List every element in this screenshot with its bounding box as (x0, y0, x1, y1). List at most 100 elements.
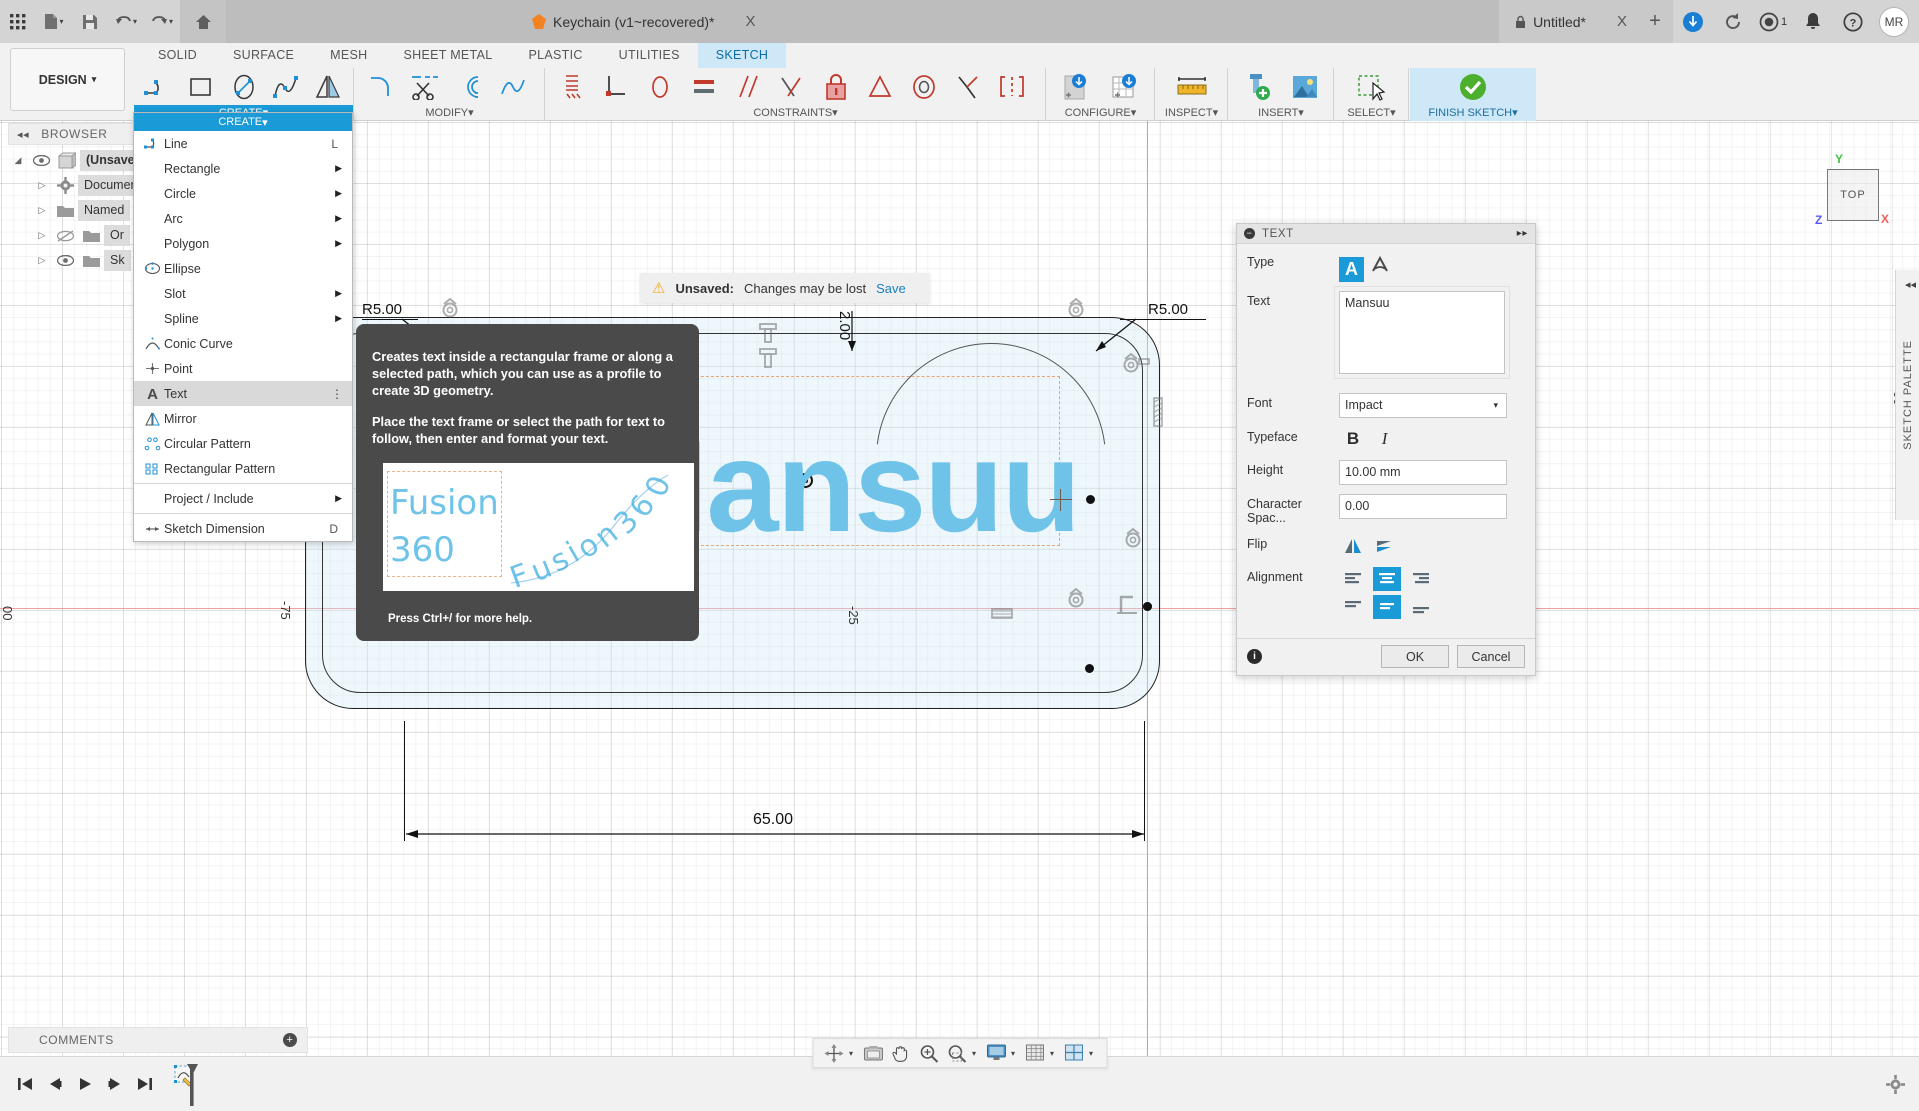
play-icon[interactable] (70, 1069, 100, 1099)
redo-icon[interactable]: ▾ (144, 0, 180, 43)
menu-item-project-include[interactable]: Project / Include ▶ (134, 486, 352, 511)
fillet-icon[interactable] (359, 68, 403, 105)
ellipse-icon[interactable] (222, 68, 264, 105)
tangent-icon[interactable] (638, 68, 682, 105)
break-icon[interactable] (491, 68, 535, 105)
spline-icon[interactable] (265, 68, 307, 105)
finish-sketch-check-icon[interactable] (1446, 68, 1500, 105)
close-icon[interactable]: X (1617, 13, 1627, 30)
chevron-down-icon[interactable]: ▾ (972, 1049, 976, 1058)
text-on-path-icon[interactable] (1368, 252, 1393, 277)
zoom-icon[interactable] (916, 1040, 942, 1066)
submenu-arrow-icon[interactable]: ▶ (335, 213, 352, 224)
zoom-window-icon[interactable] (944, 1040, 970, 1066)
palette-collapse-icon[interactable]: ◂◂ (1905, 278, 1916, 291)
line-icon[interactable] (138, 68, 180, 105)
expand-arrow-icon[interactable]: ▷ (32, 230, 52, 241)
jump-end-icon[interactable] (130, 1069, 160, 1099)
dim-r5-right[interactable]: R5.00 (1148, 301, 1188, 318)
trim-icon[interactable] (403, 68, 447, 105)
chevron-down-icon[interactable]: ▾ (1512, 107, 1518, 119)
chevron-down-icon[interactable]: ▾ (1390, 107, 1396, 119)
create-menu-header[interactable]: CREATE ▾ (134, 113, 352, 131)
horizontal-constraint-icon[interactable] (990, 606, 1014, 622)
ground-icon[interactable] (550, 68, 594, 105)
chevron-down-icon[interactable]: ▾ (92, 74, 97, 85)
sketch-point[interactable] (1085, 664, 1094, 673)
menu-item-text[interactable]: A Text ⋮ (134, 381, 352, 406)
expand-icon[interactable]: ▸▸ (1517, 228, 1528, 239)
visibility-eye-icon[interactable] (28, 155, 54, 166)
navigation-bar[interactable]: ▾ ▾ ▾ ▾ ▾ (811, 1038, 1108, 1068)
chevron-down-icon[interactable]: ▾ (1089, 1049, 1093, 1058)
sketch-palette-tab[interactable]: SKETCH PALETTE (1895, 270, 1919, 520)
menu-item-spline[interactable]: Spline ▶ (134, 306, 352, 331)
chevron-down-icon[interactable]: ▾ (1213, 107, 1219, 119)
avatar[interactable]: MR (1879, 6, 1909, 37)
coincident-constraint-icon[interactable] (437, 296, 463, 322)
menu-item-rectangular-pattern[interactable]: Rectangular Pattern (134, 456, 352, 481)
help-icon[interactable]: ? (1838, 7, 1868, 37)
display-settings-icon[interactable] (983, 1040, 1009, 1066)
visibility-eye-icon[interactable] (52, 255, 78, 266)
orbit-icon[interactable] (821, 1040, 847, 1066)
new-tab-button[interactable]: + (1637, 0, 1673, 43)
tab-mesh[interactable]: MESH (312, 43, 385, 68)
submenu-arrow-icon[interactable]: ▶ (335, 238, 352, 249)
job-status-icon[interactable]: 1 (1758, 7, 1788, 37)
insert-mcmaster-icon[interactable] (1233, 68, 1281, 105)
view-cube-top-face[interactable]: TOP (1827, 169, 1879, 221)
save-link[interactable]: Save (876, 281, 906, 296)
grid-snaps-icon[interactable] (1022, 1040, 1048, 1066)
configure-table-icon[interactable] (1101, 68, 1151, 105)
collapse-icon[interactable]: − (1244, 228, 1255, 239)
data-panel-icon[interactable] (1678, 7, 1708, 37)
tab-sheet-metal[interactable]: SHEET METAL (385, 43, 510, 68)
menu-item-polygon[interactable]: Polygon ▶ (134, 231, 352, 256)
panel-label-modify[interactable]: MODIFY▾ (355, 105, 544, 121)
text-anchor-cross[interactable] (1050, 489, 1072, 511)
dim-r5-left[interactable]: R5.00 (362, 301, 402, 318)
app-grid-icon[interactable] (0, 0, 36, 43)
align-right-icon[interactable] (1407, 567, 1435, 591)
rectangle-icon[interactable] (180, 68, 222, 105)
mirror-icon[interactable] (307, 68, 349, 105)
ok-button[interactable]: OK (1381, 645, 1449, 668)
align-center-icon[interactable] (1373, 566, 1401, 591)
bold-button[interactable]: B (1339, 427, 1367, 451)
coincident-constraint-icon[interactable] (1063, 586, 1089, 612)
tab-plastic[interactable]: PLASTIC (510, 43, 600, 68)
chevron-down-icon[interactable]: ▾ (849, 1049, 853, 1058)
configure-part-icon[interactable] (1051, 68, 1101, 105)
menu-item-circular-pattern[interactable]: Circular Pattern (134, 431, 352, 456)
visibility-eye-off-icon[interactable] (52, 229, 78, 242)
expand-arrow-icon[interactable]: ▷ (32, 180, 52, 191)
chevron-down-icon[interactable]: ▾ (133, 17, 137, 26)
tab-utilities[interactable]: UTILITIES (601, 43, 698, 68)
refresh-icon[interactable] (1718, 7, 1748, 37)
menu-item-rectangle[interactable]: Rectangle ▶ (134, 156, 352, 181)
submenu-arrow-icon[interactable]: ▶ (335, 313, 352, 324)
create-dropdown-menu[interactable]: CREATE ▾ Line L Rectangle ▶ Circle ▶ Arc … (133, 112, 353, 542)
symmetry-icon[interactable] (858, 68, 902, 105)
align-top-icon[interactable] (1339, 595, 1367, 619)
expand-arrow-icon[interactable]: ▷ (32, 205, 52, 216)
panel-label-constraints[interactable]: CONSTRAINTS▾ (546, 105, 1045, 121)
menu-item-circle[interactable]: Circle ▶ (134, 181, 352, 206)
document-tab-untitled[interactable]: Untitled* X (1499, 0, 1637, 43)
character-spacing-input[interactable]: 0.00 (1339, 493, 1507, 519)
look-at-icon[interactable] (860, 1040, 886, 1066)
submenu-arrow-icon[interactable]: ▶ (335, 493, 352, 504)
pan-icon[interactable] (888, 1040, 914, 1066)
new-file-icon[interactable]: ▾ (36, 0, 72, 43)
workspace-switcher-design[interactable]: DESIGN ▾ (10, 48, 125, 111)
concentric-icon[interactable] (902, 68, 946, 105)
panel-label-insert[interactable]: INSERT▾ (1229, 105, 1333, 121)
menu-item-mirror[interactable]: Mirror (134, 406, 352, 431)
panel-label-select[interactable]: SELECT▾ (1335, 105, 1408, 121)
align-left-icon[interactable] (1339, 567, 1367, 591)
chevron-down-icon[interactable]: ▾ (1011, 1049, 1015, 1058)
insert-image-icon[interactable] (1281, 68, 1329, 105)
equal-icon[interactable] (682, 68, 726, 105)
view-cube[interactable]: TOP Y X Z (1805, 151, 1891, 237)
